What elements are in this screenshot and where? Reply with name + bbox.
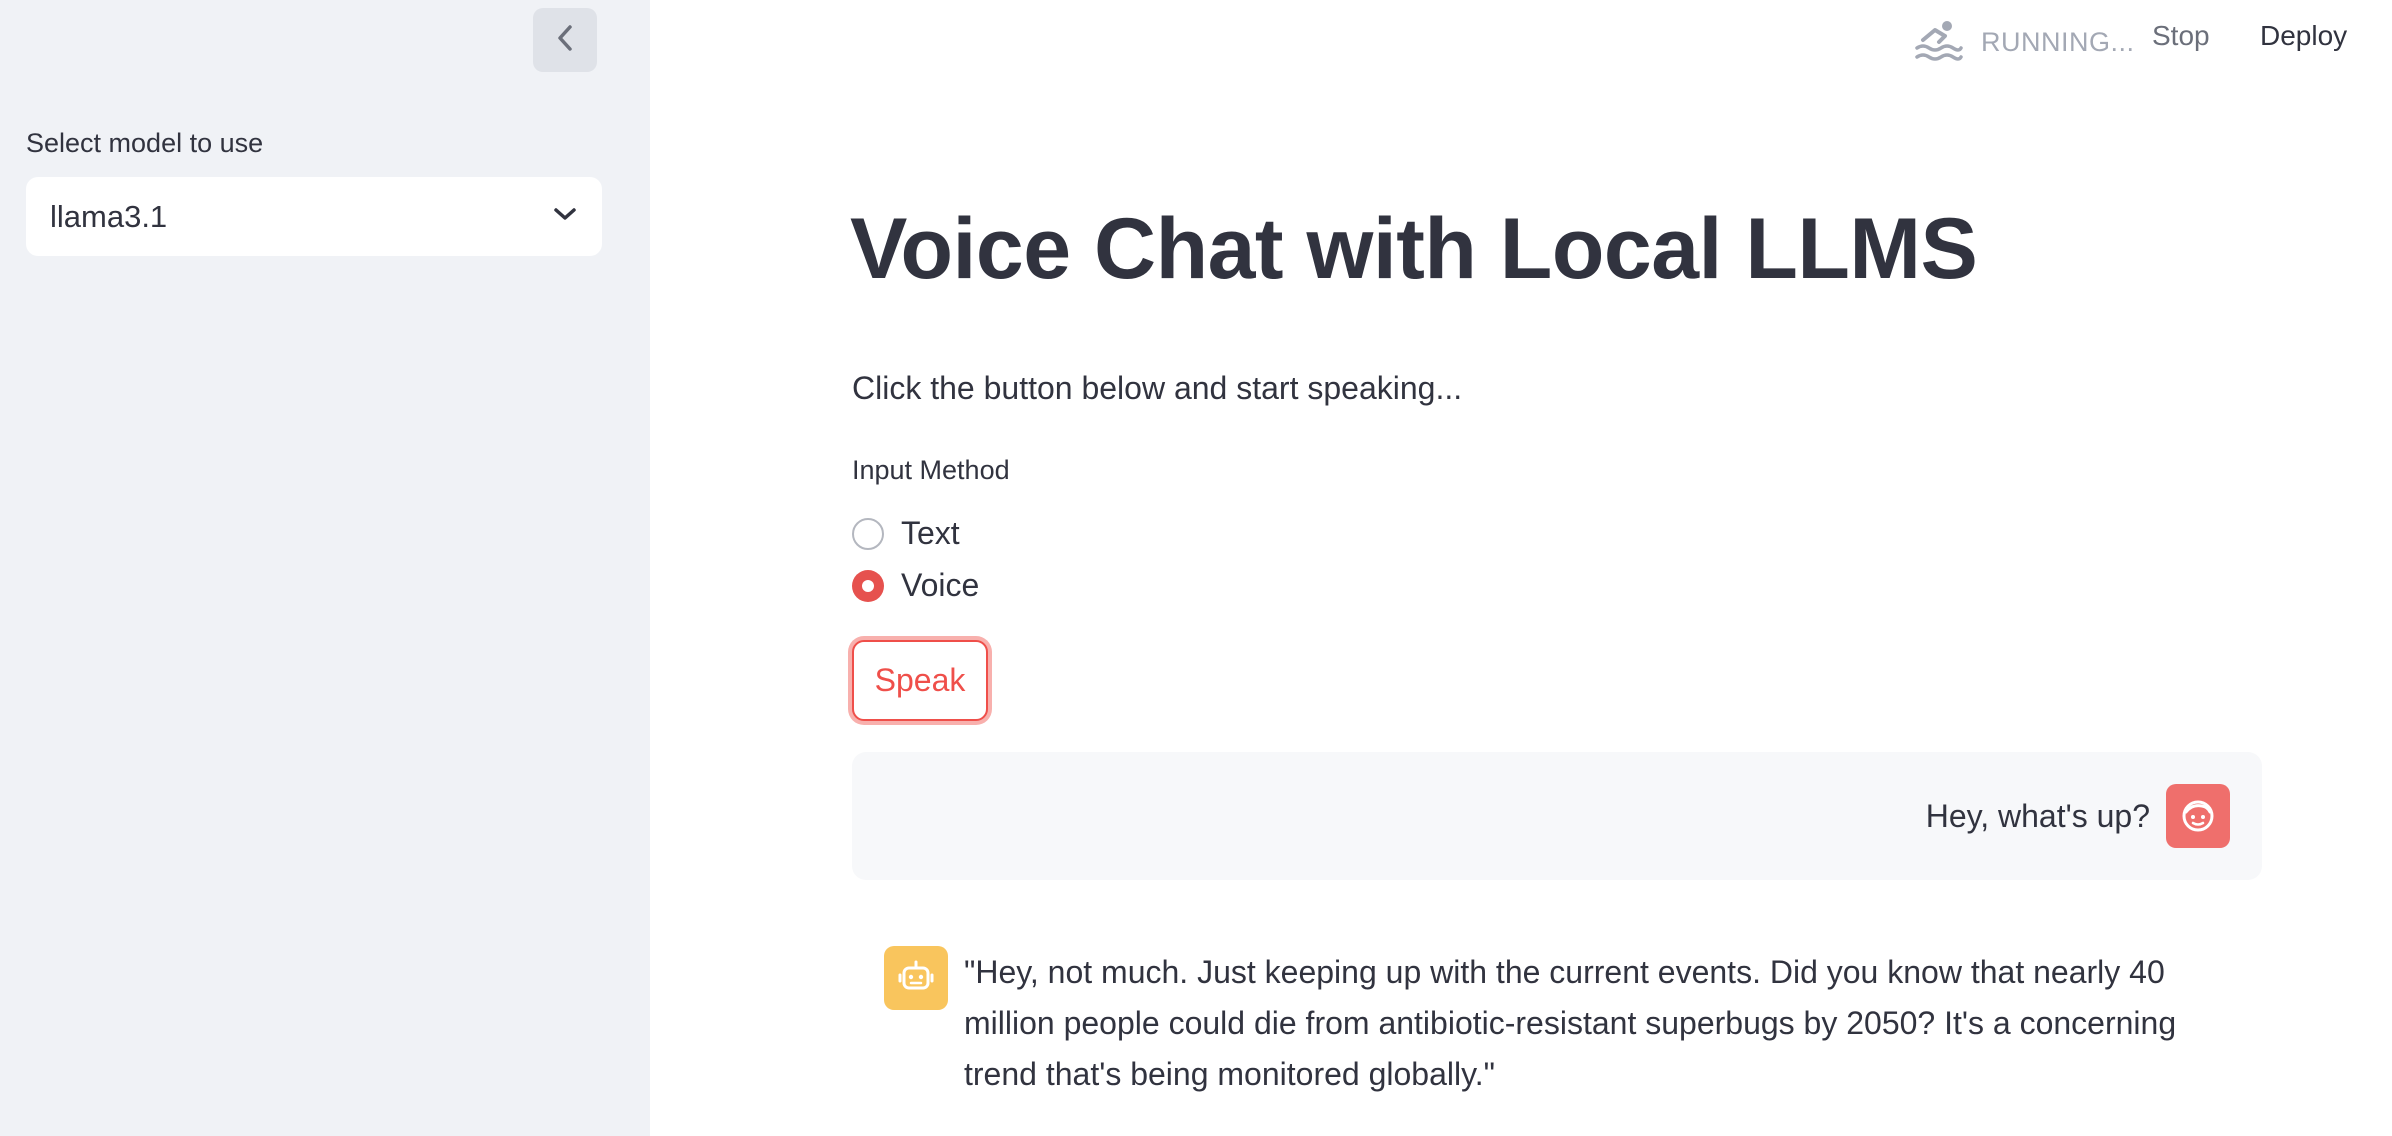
model-select[interactable]: llama3.1 bbox=[26, 177, 602, 256]
robot-icon bbox=[884, 946, 948, 1010]
user-message-text: Hey, what's up? bbox=[1925, 798, 2150, 834]
deploy-button[interactable]: Deploy bbox=[2260, 20, 2347, 52]
page-subtitle: Click the button below and start speakin… bbox=[852, 370, 1463, 406]
radio-option-text[interactable]: Text bbox=[852, 515, 960, 552]
radio-selected-icon[interactable] bbox=[852, 569, 884, 602]
swimmer-icon bbox=[1915, 18, 1963, 67]
running-status-text: RUNNING... bbox=[1981, 27, 2135, 57]
chevron-left-icon bbox=[554, 23, 576, 58]
collapse-sidebar-button[interactable] bbox=[533, 8, 597, 72]
speak-button[interactable]: Speak bbox=[852, 640, 988, 721]
sidebar: Select model to use llama3.1 bbox=[0, 0, 650, 1136]
radio-label-voice: Voice bbox=[901, 567, 980, 603]
chevron-down-icon bbox=[552, 205, 578, 228]
running-status: RUNNING... bbox=[1915, 18, 2135, 67]
stop-button[interactable]: Stop bbox=[2152, 20, 2210, 52]
user-chat-message: Hey, what's up? bbox=[852, 752, 2262, 880]
radio-label-text: Text bbox=[901, 515, 960, 551]
user-face-icon bbox=[2166, 784, 2230, 848]
model-select-value: llama3.1 bbox=[50, 198, 168, 234]
page-title: Voice Chat with Local LLMS bbox=[850, 201, 1978, 297]
input-method-label: Input Method bbox=[852, 455, 1010, 485]
model-select-label: Select model to use bbox=[26, 128, 264, 158]
radio-unselected-icon[interactable] bbox=[852, 517, 884, 550]
assistant-message-text: "Hey, not much. Just keeping up with the… bbox=[964, 954, 2177, 1092]
radio-option-voice[interactable]: Voice bbox=[852, 567, 979, 604]
